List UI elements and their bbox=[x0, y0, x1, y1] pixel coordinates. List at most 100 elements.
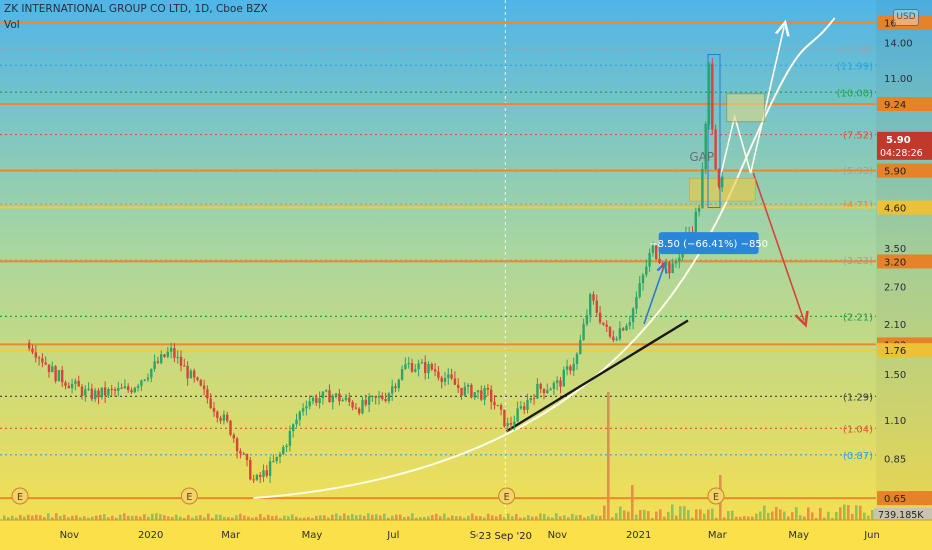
candle-body bbox=[166, 351, 169, 357]
volume-bar bbox=[675, 515, 678, 520]
candle-body bbox=[229, 420, 232, 435]
volume-bar bbox=[643, 509, 646, 520]
earnings-marker-label: E bbox=[504, 492, 510, 503]
candle-body bbox=[546, 390, 549, 393]
volume-bar bbox=[111, 515, 114, 520]
volume-bar bbox=[819, 507, 822, 520]
candle-body bbox=[450, 374, 453, 379]
candle-body bbox=[153, 361, 156, 369]
candle-body bbox=[358, 408, 361, 414]
volume-bar bbox=[135, 515, 138, 520]
volume-bar bbox=[155, 513, 158, 520]
volume-bar bbox=[247, 516, 250, 520]
candle-body bbox=[523, 406, 526, 410]
volume-bar bbox=[535, 516, 538, 520]
volume-bar bbox=[647, 511, 650, 520]
x-tick-label: Nov bbox=[60, 530, 80, 541]
candle-body bbox=[589, 294, 592, 316]
volume-bar bbox=[431, 515, 434, 520]
volume-bar bbox=[587, 516, 590, 520]
candle-body bbox=[674, 261, 678, 264]
volume-bar bbox=[499, 514, 502, 520]
level-fib-label: (0.87) bbox=[843, 451, 873, 462]
candle-body bbox=[44, 362, 47, 365]
volume-bar bbox=[851, 513, 854, 520]
candle-body bbox=[407, 363, 410, 365]
volume-bar bbox=[791, 512, 794, 520]
volume-bar bbox=[763, 505, 766, 520]
candle-body bbox=[539, 383, 542, 389]
volume-bar bbox=[283, 515, 286, 520]
volume-bar bbox=[571, 513, 574, 520]
volume-bar bbox=[459, 516, 462, 520]
volume-bar bbox=[635, 514, 638, 520]
candle-body bbox=[486, 387, 490, 390]
candle-body bbox=[585, 315, 589, 325]
candle-body bbox=[255, 474, 259, 480]
candle-body bbox=[268, 461, 272, 476]
volume-bar bbox=[187, 515, 190, 520]
candle-body bbox=[209, 398, 212, 408]
candle-body bbox=[427, 363, 430, 374]
volume-bar bbox=[843, 504, 846, 520]
price-chart[interactable]: (13.38)(11.99)(10.00)(7.52)(5.93)(4.71)(… bbox=[0, 0, 932, 550]
volume-bar bbox=[619, 506, 622, 520]
candle-body bbox=[483, 387, 486, 400]
volume-bar bbox=[443, 513, 446, 520]
candle-body bbox=[460, 387, 463, 396]
candle-body bbox=[513, 421, 516, 425]
candle-body bbox=[387, 393, 391, 402]
volume-bar bbox=[631, 485, 634, 520]
candle-body bbox=[186, 365, 189, 379]
volume-bar bbox=[755, 513, 758, 520]
candle-body bbox=[381, 396, 384, 400]
candle-body bbox=[193, 370, 196, 378]
volume-bar bbox=[439, 516, 442, 520]
volume-bar bbox=[527, 515, 530, 520]
volume-bar bbox=[487, 513, 490, 520]
volume-label: Vol bbox=[4, 19, 20, 31]
volume-bar bbox=[75, 515, 78, 520]
volume-bar bbox=[119, 514, 122, 520]
volume-bar bbox=[83, 516, 86, 520]
gap-label: GAP bbox=[689, 150, 714, 164]
candle-body bbox=[417, 363, 420, 370]
candle-body bbox=[70, 383, 74, 389]
candle-body bbox=[103, 387, 107, 396]
level-fib-label: (7.52) bbox=[843, 131, 873, 142]
candle-body bbox=[582, 324, 585, 340]
volume-bar bbox=[495, 516, 498, 520]
candle-body bbox=[463, 386, 466, 396]
candle-body bbox=[638, 283, 641, 297]
candle-body bbox=[519, 406, 523, 409]
volume-bar bbox=[63, 514, 66, 520]
candle-body bbox=[100, 387, 103, 398]
volume-bar bbox=[199, 515, 202, 520]
volume-bar bbox=[335, 513, 338, 520]
candle-body bbox=[160, 354, 163, 363]
y-tick-label: 1.50 bbox=[884, 370, 906, 381]
volume-bar bbox=[655, 511, 658, 520]
volume-bar bbox=[607, 392, 610, 520]
volume-bar bbox=[159, 514, 162, 520]
volume-bar bbox=[799, 515, 802, 520]
candle-body bbox=[391, 386, 394, 394]
candle-body bbox=[344, 397, 348, 400]
currency-button[interactable]: USD bbox=[893, 9, 919, 26]
volume-bar bbox=[731, 510, 734, 520]
volume-bar bbox=[367, 513, 370, 520]
candle-body bbox=[542, 388, 546, 393]
x-tick-label: Mar bbox=[221, 530, 241, 541]
earnings-marker-label: E bbox=[713, 492, 719, 503]
y-tick-label: 3.50 bbox=[884, 244, 906, 255]
volume-bar bbox=[687, 510, 690, 520]
candle-body bbox=[420, 362, 424, 364]
candle-body bbox=[87, 388, 90, 390]
candle-body bbox=[361, 399, 364, 414]
volume-bar bbox=[703, 513, 706, 520]
candle-body bbox=[453, 378, 457, 385]
candle-body bbox=[146, 377, 150, 380]
x-tick-label: May bbox=[788, 530, 809, 541]
candle-body bbox=[120, 387, 123, 389]
volume-bar bbox=[95, 515, 98, 520]
